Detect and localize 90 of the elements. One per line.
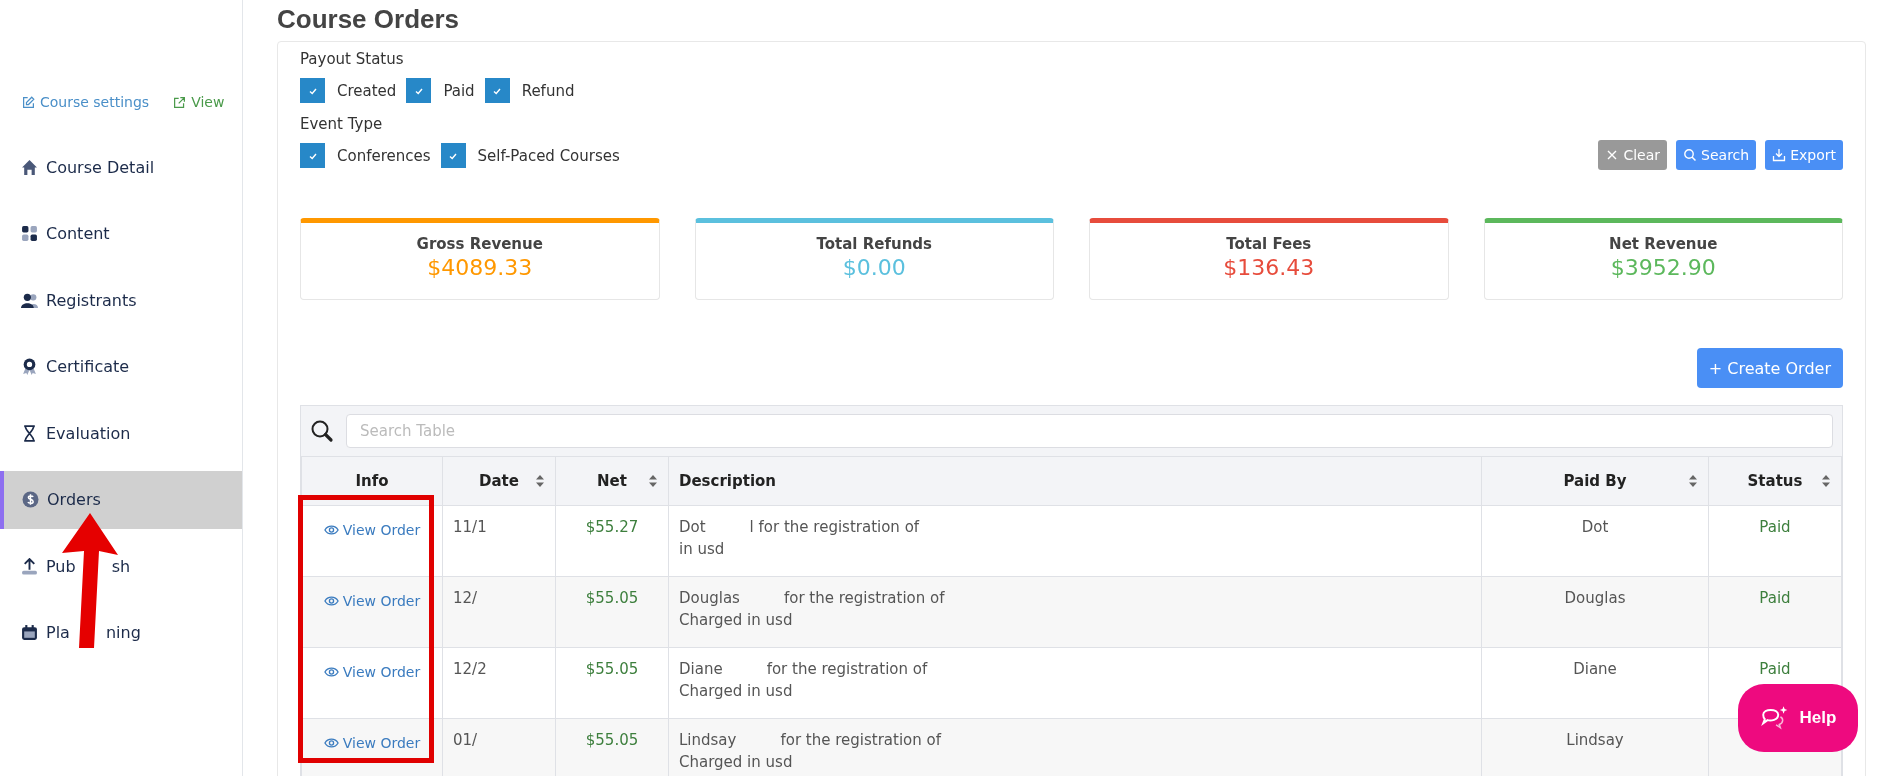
checkbox-option[interactable]: Refund — [484, 78, 575, 103]
eye-icon — [323, 737, 339, 749]
download-icon — [1772, 148, 1787, 162]
dollar-icon — [22, 491, 39, 508]
table-cell: $55.05 — [585, 589, 639, 607]
sidebar-item[interactable]: Course Detail — [0, 138, 242, 196]
column-header[interactable]: Status — [1708, 456, 1842, 506]
edit-icon — [22, 95, 35, 109]
description-text: Dot — [679, 518, 706, 536]
table-cell: Diane — [1573, 660, 1617, 678]
sort-icon — [1821, 474, 1831, 488]
stat-value: $136.43 — [1223, 255, 1315, 280]
description-text: Charged in usd — [679, 753, 793, 771]
search-icon — [310, 419, 334, 443]
view-order-link[interactable]: View Order — [323, 664, 421, 680]
sort-icon — [1688, 474, 1698, 488]
checkbox-option[interactable]: Self-Paced Courses — [440, 143, 620, 168]
help-button[interactable]: Help — [1738, 684, 1858, 752]
users-icon — [21, 291, 38, 309]
table-cell: 11/1 — [453, 518, 487, 536]
stat-label: Net Revenue — [1609, 235, 1718, 253]
eye-icon — [323, 524, 339, 536]
item-label-fragment: Pub — [46, 556, 76, 576]
stat-value: $3952.90 — [1610, 255, 1716, 280]
stat-label: Gross Revenue — [416, 235, 543, 253]
description-text: in usd — [679, 540, 725, 558]
page-title: Course Orders — [277, 3, 461, 36]
table-cell: Dot — [1581, 518, 1609, 536]
sort-icon — [648, 474, 658, 488]
table-cell: $55.27 — [585, 518, 639, 536]
sidebar-item[interactable]: Pub sh — [0, 537, 242, 595]
column-header[interactable]: Net — [555, 456, 669, 506]
table-cell: 01/ — [453, 731, 478, 749]
description-text: for the registration of — [780, 731, 941, 749]
search-field[interactable]: Search Table — [346, 414, 1833, 448]
sidebar-item[interactable]: Evaluation — [0, 404, 242, 462]
status-text: Paid — [1759, 518, 1791, 536]
checkbox-option[interactable]: Created — [300, 78, 397, 103]
status-text: Paid — [1759, 589, 1791, 607]
table-cell: $55.05 — [585, 731, 639, 749]
sidebar-item[interactable]: Orders — [0, 470, 242, 529]
hourglass-icon — [21, 424, 38, 442]
item-label-fragment: ning — [105, 623, 141, 642]
stat-label: Total Fees — [1226, 235, 1312, 253]
calendar-icon — [21, 624, 38, 641]
search-icon — [1683, 148, 1698, 162]
column-header[interactable]: Date — [442, 456, 556, 506]
external-link-icon — [173, 95, 187, 109]
checkbox-option[interactable]: Paid — [406, 78, 475, 103]
eye-icon — [323, 595, 339, 607]
view-order-link[interactable]: View Order — [323, 522, 421, 538]
description-text: Charged in usd — [679, 682, 793, 700]
description-text: Diane — [679, 660, 723, 678]
item-label-fragment: Pla — [46, 623, 70, 642]
view-order-link[interactable]: View Order — [323, 593, 421, 609]
checkbox-option[interactable]: Conferences — [300, 143, 431, 168]
stat-value: $0.00 — [842, 255, 906, 280]
grid-icon — [21, 225, 38, 242]
stat-label: Total Refunds — [816, 235, 932, 253]
sidebar-link[interactable]: Course settings — [22, 94, 150, 110]
description-text: Douglas — [679, 589, 740, 607]
upload-icon — [21, 557, 38, 575]
eye-icon — [323, 666, 339, 678]
sidebar-link[interactable]: View — [173, 94, 225, 110]
column-header[interactable]: Paid By — [1481, 456, 1709, 506]
view-order-link[interactable]: View Order — [323, 735, 421, 751]
item-label-fragment: sh — [111, 556, 131, 576]
table-cell: Douglas — [1564, 589, 1626, 607]
sidebar-item[interactable]: Certificate — [0, 337, 242, 396]
sidebar-item[interactable]: Content — [0, 204, 242, 263]
filter-label: Event Type — [300, 115, 384, 133]
column-header: Info — [301, 456, 443, 506]
sort-icon — [535, 474, 545, 488]
award-icon — [21, 358, 38, 375]
table-cell: 12/ — [453, 589, 478, 607]
description-text: Lindsay — [679, 731, 737, 749]
description-text: for the registration of — [783, 589, 945, 607]
status-text: Paid — [1759, 660, 1791, 678]
sidebar-item[interactable]: Registrants — [0, 271, 242, 329]
table-cell: 12/2 — [453, 660, 487, 678]
home-icon — [21, 158, 38, 176]
table-cell: $55.05 — [585, 660, 639, 678]
sidebar-item[interactable]: Pla ning — [0, 603, 242, 662]
stat-value: $4089.33 — [427, 255, 533, 280]
table-cell: Lindsay — [1566, 731, 1624, 749]
description-text: for the registration of — [766, 660, 928, 678]
description-text: Charged in usd — [679, 611, 793, 629]
filter-label: Payout Status — [300, 50, 405, 68]
column-header: Description — [668, 456, 1482, 506]
description-text: l for the registration of — [749, 518, 920, 536]
